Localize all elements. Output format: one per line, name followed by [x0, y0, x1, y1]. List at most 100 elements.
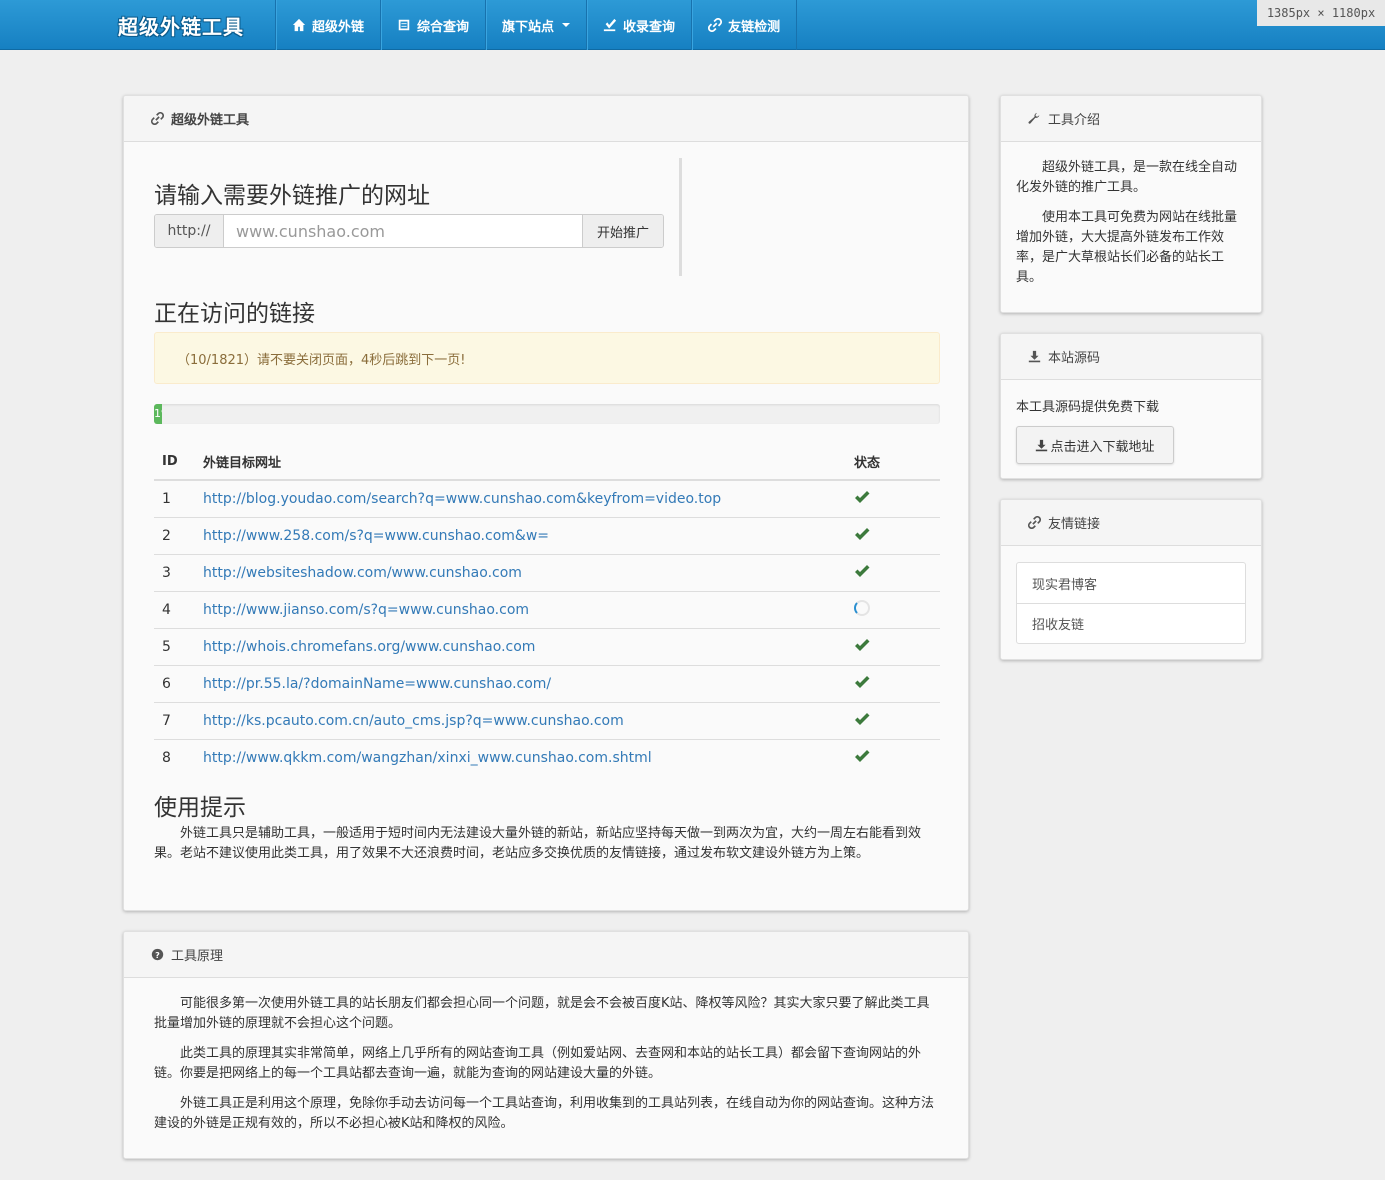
principle-panel-body: 可能很多第一次使用外链工具的站长朋友们都会担心同一个问题，就是会不会被百度K站、… — [124, 978, 968, 1158]
link-icon — [708, 18, 723, 32]
nav-item-super-links[interactable]: 超级外链 — [275, 0, 380, 50]
nav-item-label: 收录查询 — [623, 19, 676, 35]
main-panel-heading: 超级外链工具 — [124, 96, 968, 142]
target-url-link[interactable]: http://ks.pcauto.com.cn/auto_cms.jsp?q=w… — [203, 713, 624, 729]
panel-title: 工具原理 — [171, 949, 224, 964]
start-promote-button[interactable]: 开始推广 — [582, 215, 663, 247]
row-status — [854, 553, 940, 591]
table-row: 5 http://whois.chromefans.org/www.cunshao… — [154, 627, 940, 665]
download-button[interactable]: 点击进入下载地址 — [1016, 426, 1174, 464]
target-url-link[interactable]: http://www.qkkm.com/wangzhan/xinxi_www.c… — [203, 750, 652, 766]
row-id: 8 — [154, 738, 195, 776]
column-header-url: 外链目标网址 — [195, 444, 854, 481]
nav-item-label: 旗下站点 — [502, 19, 555, 35]
row-url-cell: http://pr.55.la/?domainName=www.cunshao.… — [195, 664, 854, 702]
friend-links-list: 现实君博客 招收友链 — [1016, 562, 1246, 644]
links-table-body: 1 http://blog.youdao.com/search?q=www.cun… — [154, 480, 940, 776]
target-url-link[interactable]: http://whois.chromefans.org/www.cunshao.… — [203, 639, 535, 655]
source-panel-heading: 本站源码 — [1001, 334, 1261, 380]
url-input[interactable] — [224, 215, 582, 247]
column-header-id: ID — [154, 444, 195, 481]
url-input-group: http:// 开始推广 — [154, 214, 664, 248]
row-url-cell: http://www.jianso.com/s?q=www.cunshao.co… — [195, 590, 854, 628]
nav-item-link-check[interactable]: 友链检测 — [691, 0, 798, 50]
intro-panel-heading: 工具介绍 — [1001, 96, 1261, 142]
table-row: 1 http://blog.youdao.com/search?q=www.cun… — [154, 480, 940, 517]
friend-link[interactable]: 招收友链 — [1017, 603, 1245, 643]
target-url-link[interactable]: http://pr.55.la/?domainName=www.cunshao.… — [203, 676, 551, 692]
nav-item-sites-dropdown[interactable]: 旗下站点 — [485, 0, 586, 50]
document-icon — [398, 19, 410, 31]
intro-panel-body: 超级外链工具，是一款在线全自动化发外链的推广工具。 使用本工具可免费为网站在线批… — [1001, 142, 1261, 312]
main-nav: 超级外链 综合查询 旗下站点 收录查询 友链检测 — [275, 0, 798, 50]
principle-paragraph: 可能很多第一次使用外链工具的站长朋友们都会担心同一个问题，就是会不会被百度K站、… — [154, 996, 930, 1031]
brand-logo[interactable]: 超级外链工具 — [118, 11, 244, 40]
size-badge: 1385px × 1180px — [1257, 0, 1385, 26]
target-url-link[interactable]: http://www.jianso.com/s?q=www.cunshao.co… — [203, 602, 529, 618]
check-icon — [855, 527, 870, 540]
intro-paragraph: 超级外链工具，是一款在线全自动化发外链的推广工具。 — [1016, 160, 1238, 195]
table-row: 4 http://www.jianso.com/s?q=www.cunshao.c… — [154, 590, 940, 628]
row-status — [854, 590, 940, 628]
target-url-link[interactable]: http://www.258.com/s?q=www.cunshao.com&w… — [203, 528, 549, 544]
alert-text: （10/1821）请不要关闭页面，4秒后跳到下一页! — [177, 352, 466, 368]
check-icon — [855, 564, 870, 577]
row-status — [854, 701, 940, 739]
table-row: 2 http://www.258.com/s?q=www.cunshao.com&… — [154, 516, 940, 554]
row-url-cell: http://whois.chromefans.org/www.cunshao.… — [195, 627, 854, 665]
column-header-status: 状态 — [854, 444, 940, 481]
progress-alert: （10/1821）请不要关闭页面，4秒后跳到下一页! — [154, 332, 940, 384]
tips-title: 使用提示 — [154, 795, 246, 821]
url-prefix: http:// — [155, 215, 224, 247]
row-id: 2 — [154, 516, 195, 554]
wrench-icon — [1028, 112, 1040, 124]
friend-link[interactable]: 现实君博客 — [1017, 563, 1245, 603]
target-url-link[interactable]: http://websiteshadow.com/www.cunshao.com — [203, 565, 522, 581]
friends-panel-heading: 友情链接 — [1001, 500, 1261, 546]
row-id: 4 — [154, 590, 195, 628]
row-id: 3 — [154, 553, 195, 591]
nav-item-label: 友链检测 — [728, 19, 781, 35]
progress-bar-fill: 1% — [154, 404, 162, 424]
nav-item-label: 综合查询 — [417, 19, 470, 35]
row-status — [854, 738, 940, 776]
row-status — [854, 516, 940, 554]
target-url-link[interactable]: http://blog.youdao.com/search?q=www.cuns… — [203, 491, 721, 507]
url-form-title: 请输入需要外链推广的网址 — [154, 183, 430, 209]
principle-panel: ? 工具原理 可能很多第一次使用外链工具的站长朋友们都会担心同一个问题，就是会不… — [123, 931, 969, 1159]
row-id: 7 — [154, 701, 195, 739]
visiting-title: 正在访问的链接 — [154, 301, 315, 327]
table-row: 3 http://websiteshadow.com/www.cunshao.co… — [154, 553, 940, 591]
table-row: 8 http://www.qkkm.com/wangzhan/xinxi_www.… — [154, 738, 940, 776]
caret-down-icon — [562, 23, 571, 27]
nav-item-index-query[interactable]: 收录查询 — [586, 0, 691, 50]
svg-text:?: ? — [155, 950, 160, 960]
row-url-cell: http://www.258.com/s?q=www.cunshao.com&w… — [195, 516, 854, 554]
status-done — [854, 564, 870, 582]
progress-bar-track: 1% — [154, 404, 940, 424]
table-header-row: ID 外链目标网址 状态 — [154, 444, 940, 481]
source-panel-body: 本工具源码提供免费下载 点击进入下载地址 — [1001, 380, 1261, 478]
vertical-divider — [679, 158, 682, 276]
nav-item-label: 超级外链 — [312, 19, 365, 35]
links-table: ID 外链目标网址 状态 1 http://blog.youdao.com/sea… — [154, 444, 940, 776]
nav-item-query[interactable]: 综合查询 — [380, 0, 485, 50]
navbar: 超级外链工具 超级外链 综合查询 旗下站点 收录查询 友链检测 1385px ×… — [0, 0, 1385, 50]
check-square-icon — [603, 18, 617, 32]
row-id: 5 — [154, 627, 195, 665]
main-panel-body: 请输入需要外链推广的网址 http:// 开始推广 正在访问的链接 （10/18… — [124, 142, 968, 910]
principle-paragraph: 此类工具的原理其实非常简单，网络上几乎所有的网站查询工具（例如爱站网、去查网和本… — [154, 1046, 922, 1081]
row-status — [854, 480, 940, 517]
status-done — [854, 712, 870, 730]
row-url-cell: http://websiteshadow.com/www.cunshao.com — [195, 553, 854, 591]
table-row: 7 http://ks.pcauto.com.cn/auto_cms.jsp?q=… — [154, 701, 940, 739]
source-panel: 本站源码 本工具源码提供免费下载 点击进入下载地址 — [1000, 333, 1262, 479]
status-done — [854, 749, 870, 767]
check-icon — [855, 712, 870, 725]
status-done — [854, 527, 870, 545]
row-id: 6 — [154, 664, 195, 702]
panel-title: 本站源码 — [1048, 351, 1101, 366]
download-button-label: 点击进入下载地址 — [1050, 439, 1155, 455]
check-icon — [855, 638, 870, 651]
friends-panel-body: 现实君博客 招收友链 — [1001, 546, 1261, 659]
